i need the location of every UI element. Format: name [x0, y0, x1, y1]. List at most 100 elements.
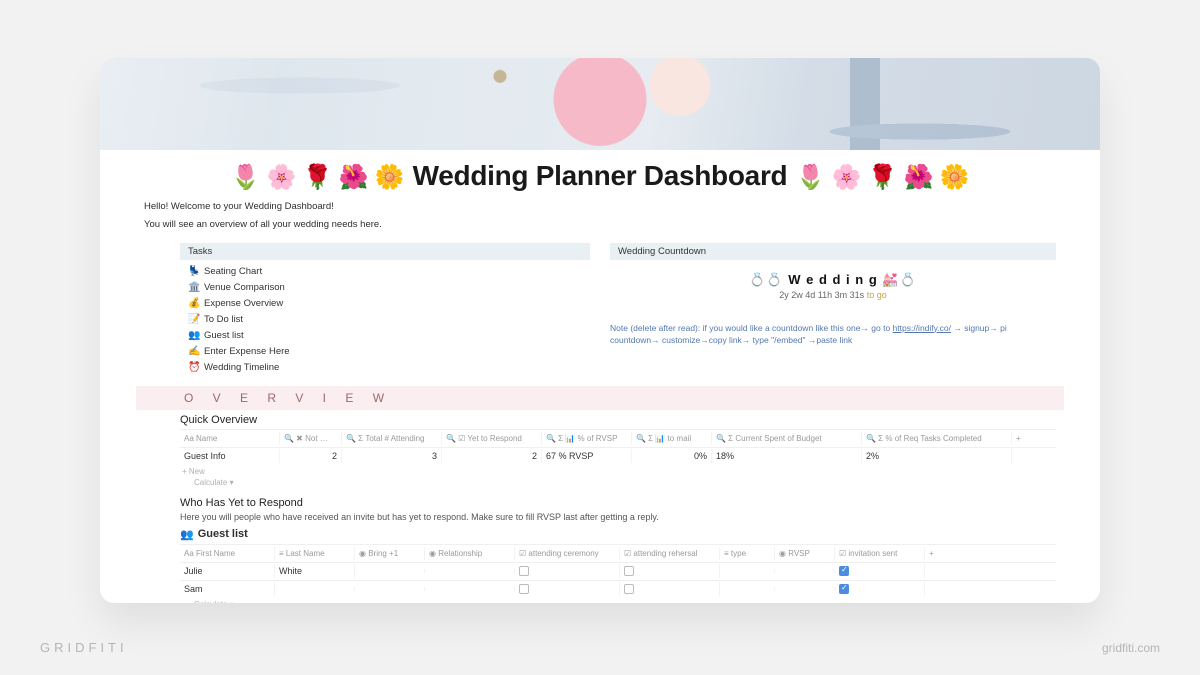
- cell-last: White: [275, 564, 355, 578]
- cell-ceremony[interactable]: [515, 564, 620, 579]
- checkbox-checked-icon[interactable]: [839, 566, 849, 576]
- col-name[interactable]: Aa Name: [180, 432, 280, 445]
- guest-row[interactable]: Sam: [180, 580, 1056, 598]
- cell-relationship: [425, 587, 515, 591]
- overview-table-head: Aa Name 🔍 ✖ Not … 🔍 Σ Total # Attending …: [180, 429, 1056, 447]
- cell-type: [720, 587, 775, 591]
- task-enter-expense[interactable]: ✍️ Enter Expense Here: [144, 344, 590, 360]
- cell-sent[interactable]: [835, 564, 925, 579]
- overview-header: O V E R V I E W: [136, 386, 1064, 410]
- guest-row[interactable]: Julie White: [180, 562, 1056, 580]
- cell-rvsp: [775, 569, 835, 573]
- tasks-column: Tasks 💺Seating Chart 🏛️Venue Comparison …: [144, 239, 590, 376]
- two-column-layout: Tasks 💺Seating Chart 🏛️Venue Comparison …: [144, 239, 1056, 376]
- col-add[interactable]: +: [925, 547, 949, 560]
- checkbox-icon[interactable]: [624, 584, 634, 594]
- clock-icon: ⏰: [188, 362, 200, 373]
- building-icon: 🏛️: [188, 282, 200, 293]
- col-bring-plus1[interactable]: ◉ Bring +1: [355, 547, 425, 560]
- cell-mail: 0%: [632, 449, 712, 463]
- col-total-attending[interactable]: 🔍 Σ Total # Attending: [342, 432, 442, 445]
- chair-icon: 💺: [188, 266, 200, 277]
- col-invitation-sent[interactable]: ☑ invitation sent: [835, 547, 925, 560]
- intro-line-2: You will see an overview of all your wed…: [144, 218, 1056, 232]
- checkbox-icon[interactable]: [519, 566, 529, 576]
- cell-sent[interactable]: [835, 582, 925, 597]
- cell-first: Sam: [180, 582, 275, 596]
- col-budget[interactable]: 🔍 Σ Current Spent of Budget: [712, 432, 862, 445]
- task-expense-overview[interactable]: 💰Expense Overview: [144, 296, 590, 312]
- quick-overview-header: Quick Overview: [180, 414, 1056, 426]
- col-to-mail[interactable]: 🔍 Σ 📊 to mail: [632, 432, 712, 445]
- task-label: Venue Comparison: [204, 282, 285, 293]
- task-seating-chart[interactable]: 💺 Seating Chart: [144, 264, 590, 280]
- cell-first: Julie: [180, 564, 275, 578]
- respond-header: Who Has Yet to Respond: [180, 497, 1056, 509]
- cell-ceremony[interactable]: [515, 582, 620, 597]
- cell-tasks: 2%: [862, 449, 1012, 463]
- title-emoji-left: 🌷 🌸 🌹 🌺 🌼: [231, 164, 404, 191]
- guest-table: Aa First Name ≡ Last Name ◉ Bring +1 ◉ R…: [180, 544, 1056, 604]
- cell-relationship: [425, 569, 515, 573]
- task-label: Seating Chart: [204, 266, 262, 277]
- cell-blank: [925, 587, 949, 591]
- template-card: 🌷 🌸 🌹 🌺 🌼 Wedding Planner Dashboard 🌷 🌸 …: [100, 58, 1100, 603]
- memo-icon: 📝: [188, 314, 200, 325]
- cover-image: [100, 58, 1100, 150]
- checkbox-icon[interactable]: [624, 566, 634, 576]
- overview-table: Aa Name 🔍 ✖ Not … 🔍 Σ Total # Attending …: [180, 429, 1056, 487]
- task-guest-list[interactable]: 👥Guest list: [144, 328, 590, 344]
- col-attending-ceremony[interactable]: ☑ attending ceremony: [515, 547, 620, 560]
- cell-not: 2: [280, 449, 342, 463]
- task-label: Enter Expense Here: [204, 346, 290, 357]
- checkbox-icon[interactable]: [519, 584, 529, 594]
- col-not[interactable]: 🔍 ✖ Not …: [280, 432, 342, 445]
- cell-rehersal[interactable]: [620, 582, 720, 597]
- indify-link[interactable]: https://indify.co/: [893, 323, 951, 333]
- checkbox-checked-icon[interactable]: [839, 584, 849, 594]
- task-wedding-timeline[interactable]: ⏰Wedding Timeline: [144, 360, 590, 376]
- col-rvsp[interactable]: ◉ RVSP: [775, 547, 835, 560]
- title-text: Wedding Planner Dashboard: [413, 160, 788, 191]
- cell-plus1: [355, 569, 425, 573]
- col-pct-rvsp[interactable]: 🔍 Σ 📊 % of RVSP: [542, 432, 632, 445]
- countdown-column: Wedding Countdown 💍💍 W e d d i n g 💒💍 2y…: [610, 239, 1056, 376]
- cell-plus1: [355, 587, 425, 591]
- col-type[interactable]: ≡ type: [720, 547, 775, 560]
- cell-blank: [925, 569, 949, 573]
- writing-icon: ✍️: [188, 346, 200, 357]
- intro-line-1: Hello! Welcome to your Wedding Dashboard…: [144, 200, 1056, 214]
- content-area: Hello! Welcome to your Wedding Dashboard…: [100, 198, 1100, 603]
- footer-brand: GRIDFITI: [40, 640, 128, 655]
- footer-url: gridfiti.com: [1102, 641, 1160, 655]
- cell-total: 3: [342, 449, 442, 463]
- cell-rehersal[interactable]: [620, 564, 720, 579]
- tasks-header: Tasks: [180, 243, 590, 260]
- overview-calculate[interactable]: Calculate ▾: [180, 476, 1056, 487]
- task-label: Expense Overview: [204, 298, 283, 309]
- cell-rvsp: 67 % RVSP: [542, 449, 632, 463]
- guest-table-head: Aa First Name ≡ Last Name ◉ Bring +1 ◉ R…: [180, 544, 1056, 562]
- guest-calculate[interactable]: Calculate ▾: [180, 598, 1056, 604]
- countdown-note: Note (delete after read): if you would l…: [610, 322, 1056, 348]
- task-label: Guest list: [204, 330, 244, 341]
- col-last-name[interactable]: ≡ Last Name: [275, 547, 355, 560]
- title-emoji-right: 🌷 🌸 🌹 🌺 🌼: [796, 164, 969, 191]
- cell-last: [275, 587, 355, 591]
- col-first-name[interactable]: Aa First Name: [180, 547, 275, 560]
- countdown-time: 2y 2w 4d 11h 3m 31s to go: [610, 290, 1056, 300]
- countdown-title: 💍💍 W e d d i n g 💒💍: [610, 272, 1056, 288]
- guest-list-title[interactable]: 👥 Guest list: [180, 528, 1056, 541]
- col-add[interactable]: +: [1012, 432, 1042, 445]
- cell-name: Guest Info: [180, 449, 280, 463]
- task-todo-list[interactable]: 📝To Do list: [144, 312, 590, 328]
- col-tasks-completed[interactable]: 🔍 Σ % of Req Tasks Completed: [862, 432, 1012, 445]
- overview-row[interactable]: Guest Info 2 3 2 67 % RVSP 0% 18% 2%: [180, 447, 1056, 465]
- cell-type: [720, 569, 775, 573]
- col-relationship[interactable]: ◉ Relationship: [425, 547, 515, 560]
- col-yet-respond[interactable]: 🔍 ☑ Yet to Respond: [442, 432, 542, 445]
- task-venue-comparison[interactable]: 🏛️ Venue Comparison: [144, 280, 590, 296]
- overview-new-row[interactable]: + New: [180, 465, 1056, 476]
- col-attending-rehersal[interactable]: ☑ attending rehersal: [620, 547, 720, 560]
- countdown-widget: 💍💍 W e d d i n g 💒💍 2y 2w 4d 11h 3m 31s …: [610, 264, 1056, 306]
